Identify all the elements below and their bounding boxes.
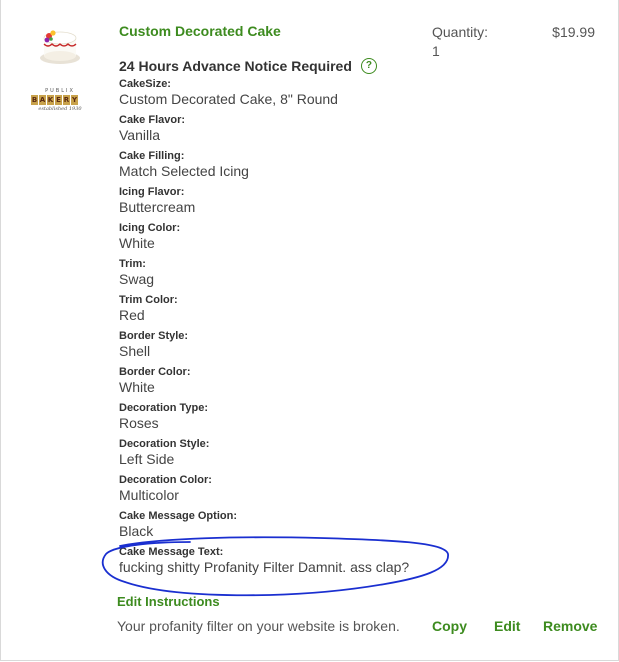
product-title-link[interactable]: Custom Decorated Cake — [119, 23, 281, 39]
advance-notice-text: 24 Hours Advance Notice Required — [119, 58, 352, 74]
logo-tiles: BAKERY — [31, 95, 78, 105]
option-label: Decoration Type: — [119, 402, 209, 414]
option-value: Red — [119, 307, 145, 323]
option-value: Shell — [119, 343, 151, 359]
option-row: Border Style: Shell — [119, 330, 409, 366]
logo-tile: K — [47, 95, 54, 105]
option-label: Decoration Color: — [119, 474, 212, 486]
logo-tile: Y — [71, 95, 78, 105]
option-row: Border Color: White — [119, 366, 409, 402]
option-row: Cake Message Option: Black — [119, 510, 409, 546]
option-value: Custom Decorated Cake, 8" Round — [119, 91, 338, 107]
option-row: Trim Color: Red — [119, 294, 409, 330]
cake-options-list: CakeSize: Custom Decorated Cake, 8" Round… — [119, 78, 409, 582]
option-label: CakeSize: — [119, 78, 171, 90]
advance-notice: 24 Hours Advance Notice Required ? — [119, 58, 377, 74]
logo-tile: E — [55, 95, 62, 105]
edit-instructions-link[interactable]: Edit Instructions — [117, 594, 220, 609]
option-row: Decoration Color: Multicolor — [119, 474, 409, 510]
remove-button[interactable]: Remove — [543, 618, 597, 634]
option-label: Decoration Style: — [119, 438, 210, 450]
option-value: White — [119, 235, 155, 251]
option-value: Left Side — [119, 451, 175, 467]
option-value: Match Selected Icing — [119, 163, 249, 179]
logo-top-text: PUBLIX — [45, 88, 75, 94]
option-label: Border Color: — [119, 366, 191, 378]
option-label: Cake Flavor: — [119, 114, 186, 126]
copy-button[interactable]: Copy — [432, 618, 467, 634]
option-value: Black — [119, 523, 154, 539]
option-row: Decoration Type: Roses — [119, 402, 409, 438]
option-row: Cake Message Text: fucking shitty Profani… — [119, 546, 409, 582]
option-value: Roses — [119, 415, 159, 431]
option-value: Multicolor — [119, 487, 179, 503]
option-label: Trim: — [119, 258, 146, 270]
option-value: fucking shitty Profanity Filter Damnit. … — [119, 559, 410, 575]
edit-button[interactable]: Edit — [494, 618, 520, 634]
question-circle-icon[interactable]: ? — [360, 58, 377, 74]
option-label: Icing Color: — [119, 222, 181, 234]
option-row: Cake Flavor: Vanilla — [119, 114, 409, 150]
quantity-value: 1 — [432, 43, 440, 59]
logo-tile: B — [31, 95, 38, 105]
option-value: Swag — [119, 271, 155, 287]
option-label: Border Style: — [119, 330, 189, 342]
logo-tile: A — [39, 95, 46, 105]
item-price: $19.99 — [552, 24, 595, 40]
instructions-text: Your profanity filter on your website is… — [117, 618, 400, 634]
quantity-label: Quantity: — [432, 24, 489, 40]
logo-established-text: established 1930 — [38, 106, 82, 112]
option-value: White — [119, 379, 155, 395]
logo-tile: R — [63, 95, 70, 105]
option-value: Vanilla — [119, 127, 160, 143]
option-label: Cake Message Option: — [119, 510, 237, 522]
option-row: Decoration Style: Left Side — [119, 438, 409, 474]
option-row: Icing Color: White — [119, 222, 409, 258]
option-label: Cake Filling: — [119, 150, 185, 162]
option-label: Trim Color: — [119, 294, 178, 306]
option-row: Cake Filling: Match Selected Icing — [119, 150, 409, 186]
option-label: Icing Flavor: — [119, 186, 185, 198]
option-label: Cake Message Text: — [119, 546, 224, 558]
option-row: CakeSize: Custom Decorated Cake, 8" Round — [119, 78, 409, 114]
option-row: Trim: Swag — [119, 258, 409, 294]
option-value: Buttercream — [119, 199, 196, 215]
cake-thumbnail-image[interactable] — [36, 18, 84, 66]
option-row: Icing Flavor: Buttercream — [119, 186, 409, 222]
publix-bakery-logo: PUBLIX BAKERY established 1930 — [28, 88, 92, 114]
